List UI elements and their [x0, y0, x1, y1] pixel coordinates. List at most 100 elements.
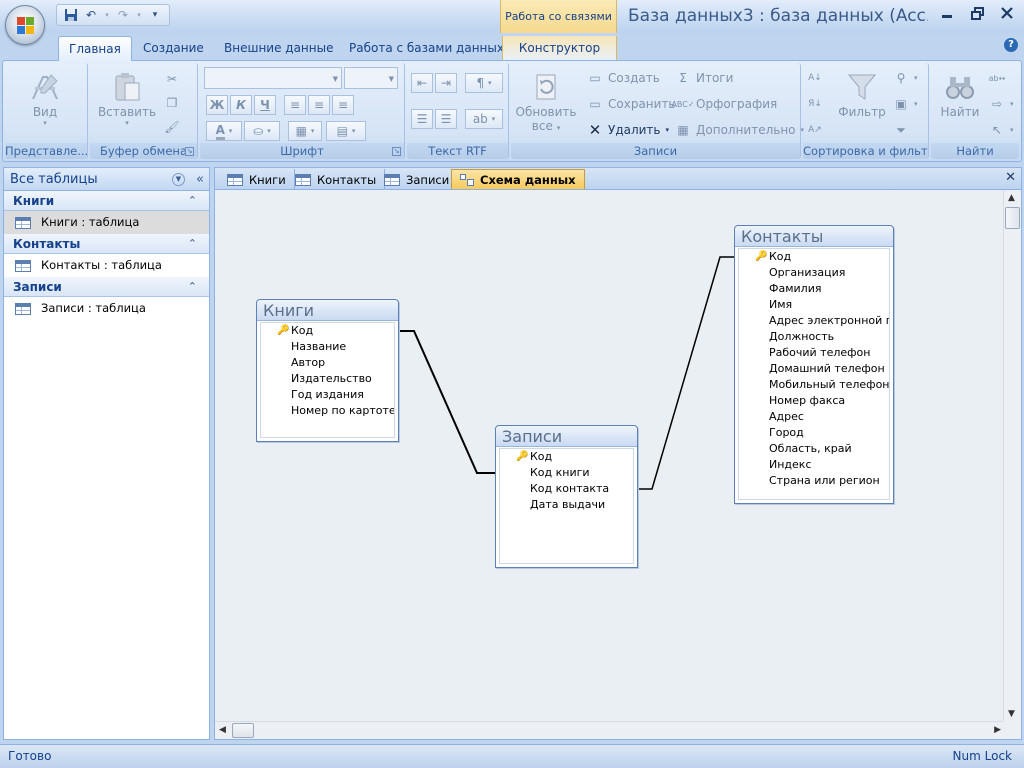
field-row[interactable]: Имя	[739, 297, 889, 313]
table-title[interactable]: Контакты	[735, 226, 893, 247]
field-row[interactable]: Страна или регион	[739, 473, 889, 489]
spelling-button[interactable]: ABC✓ Орфография	[671, 94, 777, 114]
save-record-button[interactable]: ▭ Сохранить	[587, 94, 675, 114]
field-row[interactable]: Город	[739, 425, 889, 441]
field-row[interactable]: 🔑 Код	[261, 323, 394, 339]
align-right-button[interactable]: ≡	[332, 95, 354, 115]
collapse-group-icon[interactable]: ⌃	[188, 234, 197, 254]
tab-designer[interactable]: Конструктор	[502, 36, 617, 61]
field-row[interactable]: Адрес электронной по	[739, 313, 889, 329]
align-center-button[interactable]: ≡	[308, 95, 330, 115]
tab-create[interactable]: Создание	[133, 36, 214, 61]
increase-indent-button[interactable]: ⇥	[435, 73, 457, 93]
table-box-records[interactable]: Записи 🔑 Код Код книги Код контакта Дата …	[495, 425, 638, 568]
sort-ascending-button[interactable]: A↓	[807, 68, 823, 88]
nav-group-contacts[interactable]: Контакты ⌃	[4, 234, 209, 254]
vertical-scroll-thumb[interactable]	[1005, 207, 1020, 229]
more-button[interactable]: ▦ Дополнительно ▾	[675, 120, 804, 140]
doc-tab-books[interactable]: Книги	[219, 169, 295, 190]
cut-button[interactable]: ✂	[164, 69, 180, 89]
collapse-group-icon[interactable]: ⌃	[188, 277, 197, 297]
collapse-pane-icon[interactable]: «	[196, 168, 204, 191]
font-launcher-icon[interactable]: ↘	[392, 147, 401, 156]
redo-dropdown-icon[interactable]: ▾	[135, 7, 143, 23]
field-row[interactable]: Дата выдачи	[500, 497, 633, 513]
field-row[interactable]: 🔑 Код	[500, 449, 633, 465]
new-record-button[interactable]: ▭ Создать	[587, 68, 660, 88]
scroll-left-icon[interactable]: ◀	[219, 725, 226, 735]
help-icon[interactable]: ?	[1004, 38, 1018, 52]
redo-icon[interactable]: ↷	[115, 7, 131, 23]
field-row[interactable]: Код контакта	[500, 481, 633, 497]
table-box-books[interactable]: Книги 🔑 Код Название Автор Издательство Г…	[256, 299, 399, 442]
delete-button[interactable]: ✕ Удалить ▾	[587, 120, 669, 140]
close-document-icon[interactable]: ✕	[1005, 170, 1016, 185]
tab-home[interactable]: Главная	[58, 36, 132, 61]
field-row[interactable]: Организация	[739, 265, 889, 281]
align-left-button[interactable]: ≡	[284, 95, 306, 115]
replace-button[interactable]: ab↔	[989, 68, 1006, 88]
copy-button[interactable]: ❐	[164, 93, 180, 113]
chevron-down-icon[interactable]: ▼	[172, 173, 185, 186]
customize-toolbar-icon[interactable]: ▾	[147, 7, 163, 23]
doc-tab-records[interactable]: Записи	[376, 169, 459, 190]
fill-color-button[interactable]: ⛀ ▾	[244, 121, 280, 141]
clipboard-launcher-icon[interactable]: ↘	[185, 147, 194, 156]
relationship-line-books-records[interactable]	[400, 330, 495, 474]
table-title[interactable]: Книги	[257, 300, 398, 321]
filter-button[interactable]: Фильтр	[835, 71, 889, 119]
field-row[interactable]: Должность	[739, 329, 889, 345]
select-button[interactable]: ↖ ▾	[989, 120, 1014, 140]
field-row[interactable]: Название	[261, 339, 394, 355]
decrease-indent-button[interactable]: ⇤	[411, 73, 433, 93]
save-icon[interactable]	[63, 7, 79, 23]
field-row[interactable]: 🔑 Код	[739, 249, 889, 265]
doc-tab-contacts[interactable]: Контакты	[287, 169, 386, 190]
field-row[interactable]: Адрес	[739, 409, 889, 425]
doc-tab-relationships[interactable]: Схема данных	[451, 169, 585, 190]
field-row[interactable]: Область, край	[739, 441, 889, 457]
field-row[interactable]: Домашний телефон	[739, 361, 889, 377]
alternate-fill-button[interactable]: ▤ ▾	[326, 121, 366, 141]
toggle-filter-button[interactable]: ⏷	[893, 120, 909, 140]
highlight-button[interactable]: ab ▾	[465, 109, 503, 129]
table-box-contacts[interactable]: Контакты 🔑 Код Организация Фамилия Имя Ад…	[734, 225, 894, 504]
scroll-down-icon[interactable]: ▼	[1008, 709, 1015, 719]
advanced-filter-button[interactable]: ▣ ▾	[893, 94, 917, 114]
sort-descending-button[interactable]: Я↓	[807, 94, 823, 114]
field-row[interactable]: Код книги	[500, 465, 633, 481]
totals-button[interactable]: Σ Итоги	[675, 68, 733, 88]
minimize-icon[interactable]	[934, 3, 960, 23]
font-color-button[interactable]: A ▾	[206, 121, 242, 141]
bulleted-list-button[interactable]: ☰	[435, 109, 457, 129]
view-button[interactable]: Вид ▾	[19, 71, 71, 127]
horizontal-scrollbar[interactable]: ◀ ▶	[215, 721, 1005, 739]
relationship-line-records-contacts[interactable]	[639, 256, 735, 490]
goto-button[interactable]: ⇨ ▾	[989, 94, 1014, 114]
office-button[interactable]	[5, 5, 45, 45]
nav-item-books-table[interactable]: Книги : таблица	[4, 211, 209, 234]
gridlines-button[interactable]: ▦ ▾	[288, 121, 322, 141]
paste-button[interactable]: Вставить ▾	[96, 71, 158, 127]
nav-header[interactable]: Все таблицы ▼ «	[4, 168, 209, 191]
collapse-group-icon[interactable]: ⌃	[188, 191, 197, 211]
vertical-scrollbar[interactable]: ▲ ▼	[1003, 190, 1021, 722]
field-row[interactable]: Номер факса	[739, 393, 889, 409]
field-row[interactable]: Год издания	[261, 387, 394, 403]
italic-button[interactable]: К	[230, 95, 252, 115]
format-painter-button[interactable]: 🖌	[164, 117, 180, 137]
scroll-up-icon[interactable]: ▲	[1008, 193, 1015, 203]
refresh-all-button[interactable]: Обновить все ▾	[515, 71, 577, 133]
tab-external-data[interactable]: Внешние данные	[214, 36, 343, 61]
field-row[interactable]: Автор	[261, 355, 394, 371]
field-row[interactable]: Индекс	[739, 457, 889, 473]
font-name-combo[interactable]: ▼	[204, 67, 342, 89]
tab-database-tools[interactable]: Работа с базами данных	[339, 36, 514, 61]
undo-dropdown-icon[interactable]: ▾	[103, 7, 111, 23]
field-row[interactable]: Рабочий телефон	[739, 345, 889, 361]
clear-sort-button[interactable]: A↗	[807, 120, 823, 140]
table-title[interactable]: Записи	[496, 426, 637, 447]
field-row[interactable]: Издательство	[261, 371, 394, 387]
field-row[interactable]: Фамилия	[739, 281, 889, 297]
numbered-list-button[interactable]: ☰	[411, 109, 433, 129]
